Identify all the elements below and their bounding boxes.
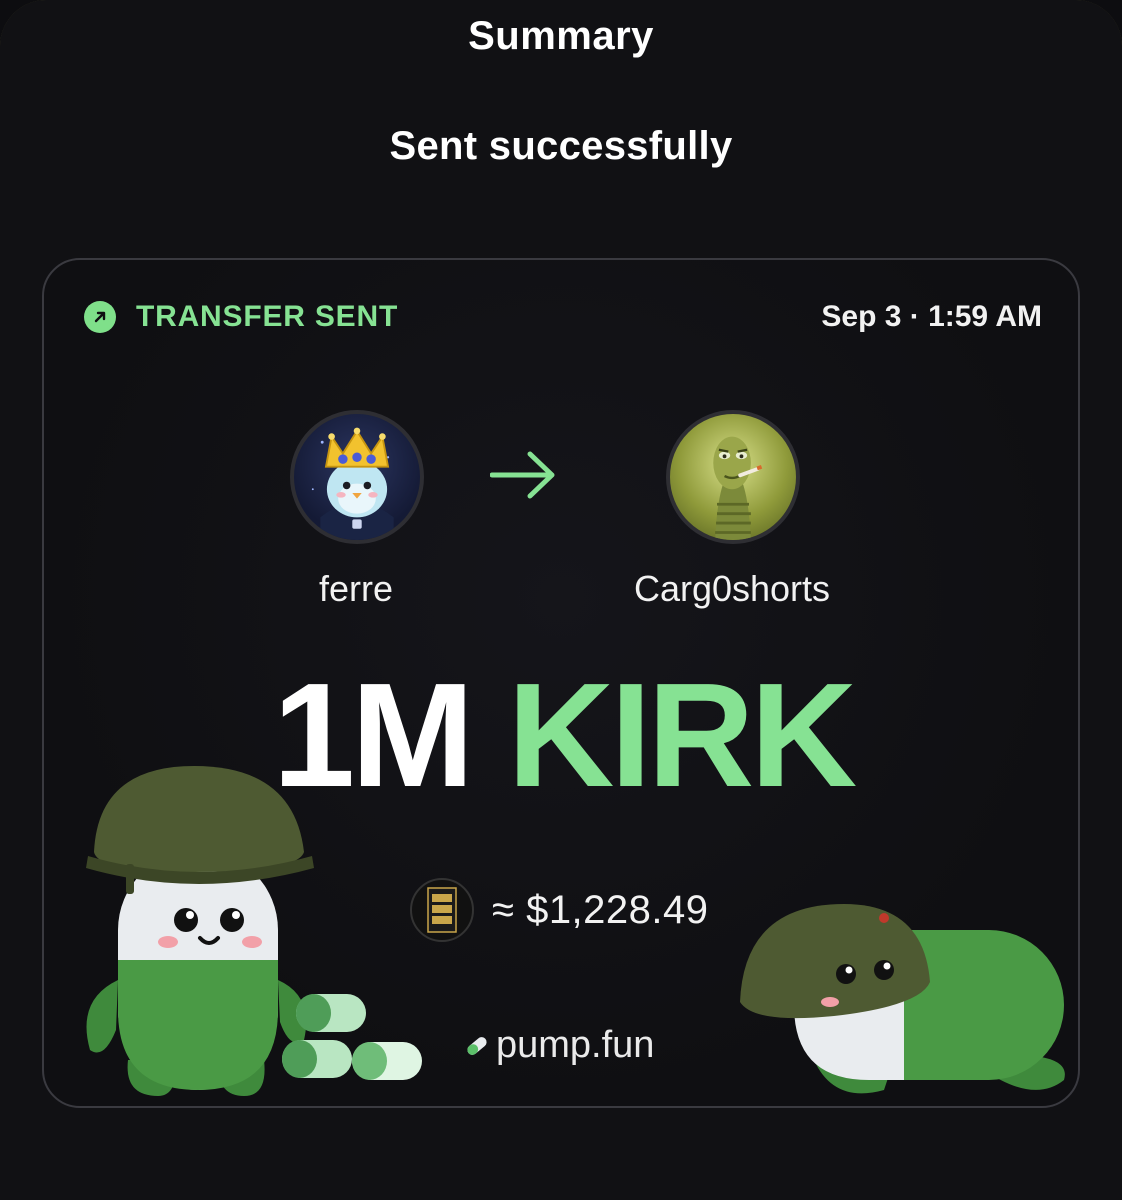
status-message: Sent successfully xyxy=(389,124,733,168)
transfer-timestamp: Sep 3 · 1:59 AM xyxy=(821,300,1042,333)
pump-fun-brand[interactable]: pump.fun xyxy=(464,1024,654,1067)
transfer-summary-card: TRANSFER SENT Sep 3 · 1:59 AM ferre Carg… xyxy=(42,258,1080,1108)
recipient-name: Carg0shorts xyxy=(633,568,831,609)
token-ticker: KIRK xyxy=(507,653,857,818)
pill-soldier-mascot-right-icon xyxy=(740,904,1065,1094)
transfer-sent-badge: TRANSFER SENT xyxy=(84,300,398,334)
usd-equivalent-row: ≈ $1,228.49 xyxy=(410,878,709,942)
transfer-sent-label: TRANSFER SENT xyxy=(136,300,399,333)
crowned-penguin-avatar-icon xyxy=(311,427,394,540)
sender-name: ferre xyxy=(318,568,394,609)
sender-avatar[interactable] xyxy=(290,410,424,544)
fight-token-icon xyxy=(410,878,474,942)
arrow-up-right-icon xyxy=(84,301,116,333)
pills-pile-icon xyxy=(282,994,422,1080)
arrow-right-icon xyxy=(490,451,555,499)
page-title: Summary xyxy=(468,14,654,58)
pill-logo-icon xyxy=(467,1036,487,1055)
phone-screen: Summary Sent successfully TRANSFER SENT … xyxy=(0,0,1122,1200)
smoking-caterpillar-avatar-icon xyxy=(713,436,763,540)
usd-value: ≈ $1,228.49 xyxy=(492,887,709,932)
brand-label: pump.fun xyxy=(496,1024,655,1066)
recipient-avatar[interactable] xyxy=(666,410,800,544)
